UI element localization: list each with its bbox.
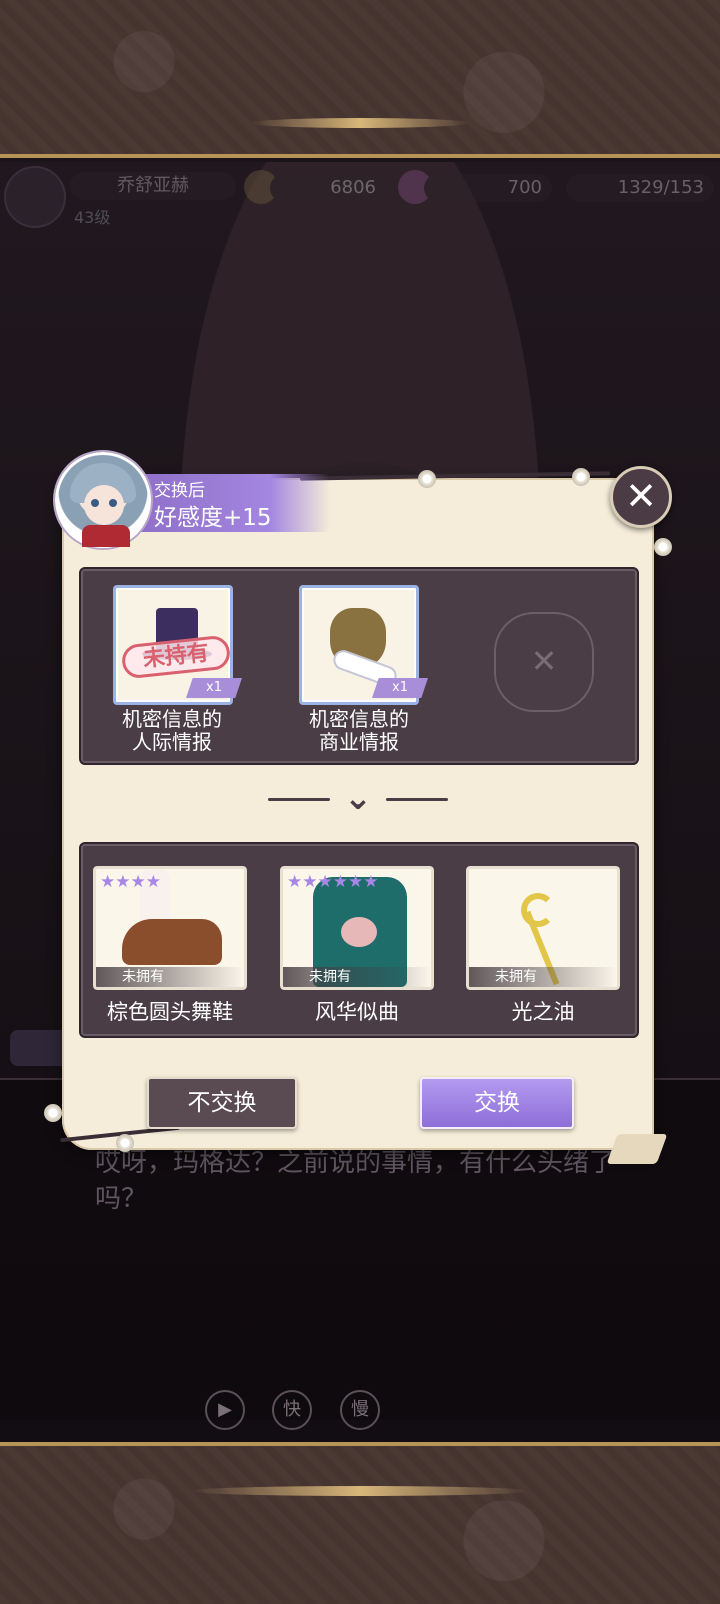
player-level: 43级: [74, 208, 111, 227]
given-item-name-line2: 人际情报: [132, 730, 212, 754]
given-item-name-line1: 机密信息的: [309, 707, 409, 731]
rose-decoration: [418, 470, 436, 488]
ownership-status: 未拥有: [96, 967, 244, 987]
reward-card[interactable]: ★★★★★★ 未拥有: [278, 864, 436, 992]
flourish-left: [268, 798, 330, 801]
reward-name: 风华似曲: [315, 1000, 399, 1024]
affinity-value: 好感度+15: [154, 505, 272, 531]
not-owned-stamp: 未持有: [120, 634, 232, 680]
gold-counter: 6806: [270, 174, 386, 202]
chevron-down-icon: ⌄: [343, 778, 373, 818]
side-menu-tab[interactable]: [10, 1030, 66, 1066]
player-avatar[interactable]: [4, 166, 66, 228]
reward-name: 光之油: [511, 1000, 575, 1024]
flourish-right: [386, 798, 448, 801]
given-item-card[interactable]: 未持有 x1: [113, 585, 242, 705]
star-rating: ★★★★: [100, 872, 161, 892]
reward-card[interactable]: 未拥有: [464, 864, 622, 992]
moon-wand-icon: [521, 893, 555, 927]
crossed-swords-icon: ✕: [494, 612, 594, 712]
rose-decoration: [44, 1104, 62, 1122]
confirm-exchange-button[interactable]: 交换: [420, 1077, 574, 1129]
dialogue-text: 哎呀，玛格达？之前说的事情，有什么头绪了吗？: [95, 1148, 616, 1214]
close-icon: ✕: [625, 474, 657, 518]
given-item-card[interactable]: x1: [299, 585, 428, 705]
reward-name: 棕色圆头舞鞋: [107, 1000, 233, 1024]
auto-play-button[interactable]: ▶: [205, 1390, 245, 1430]
shoes-icon: [122, 919, 222, 965]
item-quantity: x1: [372, 678, 428, 698]
portrait-eyes: [91, 499, 117, 507]
stamina-counter: 1329/153: [566, 174, 714, 202]
given-item-name-line1: 机密信息的: [122, 707, 222, 731]
hud-bar: 乔舒亚赫 43级 6806 700 1329/153: [0, 166, 720, 228]
rose-decoration: [654, 538, 672, 556]
character-portrait: [55, 452, 151, 548]
gold-flourish: [190, 1486, 530, 1496]
gold-flourish: [250, 118, 470, 128]
diamond-counter: 700: [424, 174, 552, 202]
given-item-name: 机密信息的 人际情报: [97, 708, 247, 754]
fast-button[interactable]: 快: [272, 1390, 312, 1430]
top-ornament-band: [0, 0, 720, 158]
rose-decoration: [572, 468, 590, 486]
bottom-ornament-band: [0, 1442, 720, 1604]
reward-card[interactable]: ★★★★ 未拥有: [91, 864, 249, 992]
given-item-name-line2: 商业情报: [319, 730, 399, 754]
portrait-coat: [82, 525, 130, 547]
ownership-status: 未拥有: [469, 967, 617, 987]
player-name: 乔舒亚赫: [70, 172, 236, 200]
rose-decoration: [116, 1134, 134, 1152]
given-item-name: 机密信息的 商业情报: [284, 708, 434, 754]
flower-pattern: [341, 917, 377, 947]
item-quantity: x1: [186, 678, 242, 698]
decline-exchange-button[interactable]: 不交换: [147, 1077, 297, 1129]
ownership-status: 未拥有: [283, 967, 431, 987]
slow-button[interactable]: 慢: [340, 1390, 380, 1430]
exchange-arrow-ornament: ⌄: [268, 778, 448, 818]
close-button[interactable]: ✕: [610, 466, 672, 528]
star-rating: ★★★★★★: [287, 873, 378, 891]
affinity-banner: 交换后 好感度+15: [130, 474, 330, 532]
